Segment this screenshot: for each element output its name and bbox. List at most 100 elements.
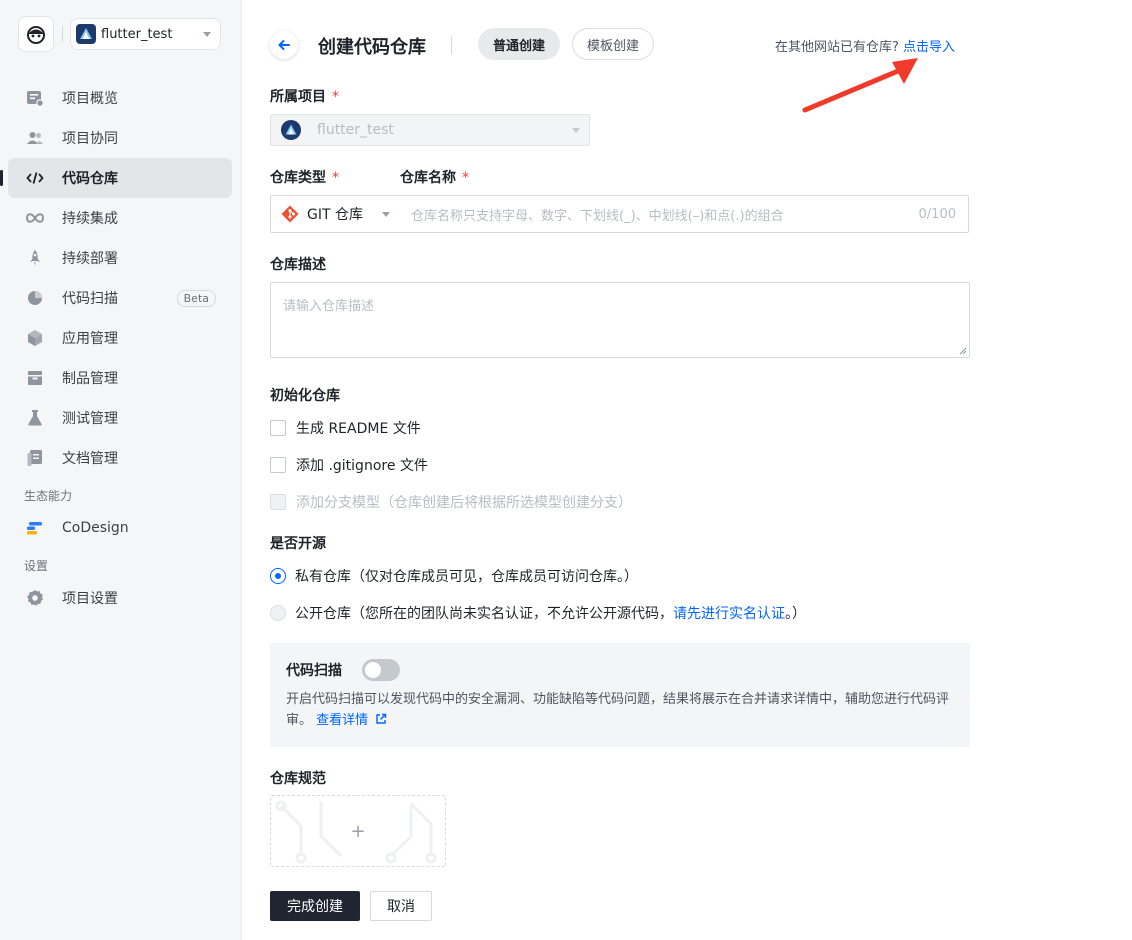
verify-link[interactable]: 请先进行实名认证 [673,603,785,623]
readme-checkbox-row[interactable]: 生成 README 文件 [270,418,421,438]
beta-badge: Beta [176,289,216,307]
pie-icon [25,288,45,308]
project-avatar-icon [281,120,301,140]
app-logo-icon[interactable] [18,16,54,52]
private-radio-row[interactable]: 私有仓库（仅对仓库成员可见，仓库成员可访问仓库。） [270,566,638,586]
sidebar-item-label: 代码扫描 [62,291,118,307]
codesign-icon [25,518,45,538]
rocket-icon [25,248,45,268]
arrow-left-icon [278,40,290,50]
sidebar-item-test[interactable]: 测试管理 [8,398,232,438]
import-hint: 在其他网站已有仓库? 点击导入 [775,36,955,55]
sidebar-item-codesign[interactable]: CoDesign [8,508,232,548]
sidebar-item-label: CoDesign [62,520,129,536]
add-icon: + [350,820,366,842]
gitignore-checkbox-row[interactable]: 添加 .gitignore 文件 [270,455,428,475]
code-scan-title: 代码扫描 [286,663,342,679]
public-label: 公开仓库（您所在的团队尚未实名认证，不允许公开源代码， [295,606,673,622]
desc-label: 仓库描述 [270,257,326,273]
cancel-button[interactable]: 取消 [370,891,432,921]
sidebar-item-label: 测试管理 [62,411,118,427]
overview-icon [25,88,45,108]
team-icon [25,128,45,148]
type-label: 仓库类型 * [270,167,339,187]
tab-template-create[interactable]: 模板创建 [572,28,654,60]
sidebar-item-code-scan[interactable]: 代码扫描 Beta [8,278,232,318]
code-scan-toggle[interactable] [362,659,400,681]
private-radio[interactable] [270,568,286,584]
repo-desc-textarea[interactable]: 请输入仓库描述 [270,282,970,358]
repo-type-value: GIT 仓库 [307,207,363,223]
repo-name-input[interactable]: 仓库名称只支持字母、数字、下划线(_)、中划线(–)和点(.)的组合 0/100 [399,195,969,233]
sidebar-item-label: 制品管理 [62,371,118,387]
sidebar: flutter_test 项目概览 项目协同 代码仓库 持续集成 持续部署 代码… [0,0,242,940]
project-label-text: 所属项目 [270,89,326,105]
readme-checkbox[interactable] [270,420,286,436]
chevron-down-icon [203,31,211,37]
sidebar-item-cd[interactable]: 持续部署 [8,238,232,278]
project-select: flutter_test [270,114,590,146]
spec-label: 仓库规范 [270,771,326,787]
section-title-ecosystem: 生态能力 [24,489,73,503]
project-selector[interactable]: flutter_test [70,18,221,50]
open-source-label: 是否开源 [270,536,326,552]
archive-icon [25,368,45,388]
code-scan-panel: 代码扫描 开启代码扫描可以发现代码中的安全漏洞、功能缺陷等代码问题，结果将展示在… [270,643,970,747]
submit-button[interactable]: 完成创建 [270,891,360,921]
back-button[interactable] [270,31,298,59]
sidebar-item-settings[interactable]: 项目设置 [8,578,232,618]
resize-handle-icon[interactable] [959,347,967,355]
external-link-icon [376,713,387,724]
sidebar-item-artifact[interactable]: 制品管理 [8,358,232,398]
sidebar-item-code-repo[interactable]: 代码仓库 [0,158,232,198]
name-label: 仓库名称 * [400,167,469,187]
required-mark: * [462,170,469,186]
branch-model-checkbox-row: 添加分支模型（仓库创建后将根据所选模型创建分支） [270,492,632,512]
view-details-label: 查看详情 [316,713,369,728]
char-counter: 0/100 [918,206,956,222]
gitignore-checkbox[interactable] [270,457,286,473]
chevron-down-icon [382,211,390,217]
repo-type-select[interactable]: GIT 仓库 [270,195,400,233]
project-name: flutter_test [101,26,173,42]
project-avatar-icon [76,24,96,44]
code-icon [25,168,45,188]
required-mark: * [332,89,339,105]
sidebar-item-label: 文档管理 [62,451,118,467]
private-label: 私有仓库（仅对仓库成员可见，仓库成员可访问仓库。） [295,569,638,585]
public-label-tail: 。） [785,606,806,622]
branch-model-checkbox [270,494,286,510]
sidebar-item-app[interactable]: 应用管理 [8,318,232,358]
sidebar-item-ci[interactable]: 持续集成 [8,198,232,238]
sidebar-item-label: 项目概览 [62,91,118,107]
code-scan-desc: 开启代码扫描可以发现代码中的安全漏洞、功能缺陷等代码问题，结果将展示在合并请求详… [286,689,954,731]
spec-upload[interactable]: + [270,795,446,867]
infinity-icon [25,208,45,228]
view-details-link[interactable]: 查看详情 [316,713,387,728]
readme-label: 生成 README 文件 [296,421,421,437]
tab-normal-create[interactable]: 普通创建 [478,28,560,60]
name-label-text: 仓库名称 [400,170,456,186]
sidebar-item-docs[interactable]: 文档管理 [8,438,232,478]
public-radio [270,605,286,621]
sidebar-item-label: 持续部署 [62,251,118,267]
section-title-settings: 设置 [24,559,49,573]
import-hint-text: 在其他网站已有仓库? [775,40,899,55]
import-link[interactable]: 点击导入 [903,40,955,55]
public-radio-row: 公开仓库（您所在的团队尚未实名认证，不允许公开源代码， 请先进行实名认证。） [270,603,806,623]
sidebar-item-label: 持续集成 [62,211,118,227]
init-label: 初始化仓库 [270,388,340,404]
sidebar-item-overview[interactable]: 项目概览 [8,78,232,118]
flask-icon [25,408,45,428]
sidebar-item-collab[interactable]: 项目协同 [8,118,232,158]
annotation-arrow-icon [802,58,918,113]
branch-model-label: 添加分支模型（仓库创建后将根据所选模型创建分支） [296,495,632,511]
box-icon [25,328,45,348]
divider [451,36,452,54]
sidebar-item-label: 代码仓库 [62,171,118,187]
doc-icon [25,448,45,468]
gitignore-label: 添加 .gitignore 文件 [296,458,428,474]
divider [62,26,63,42]
repo-name-placeholder: 仓库名称只支持字母、数字、下划线(_)、中划线(–)和点(.)的组合 [411,208,784,224]
required-mark: * [332,170,339,186]
